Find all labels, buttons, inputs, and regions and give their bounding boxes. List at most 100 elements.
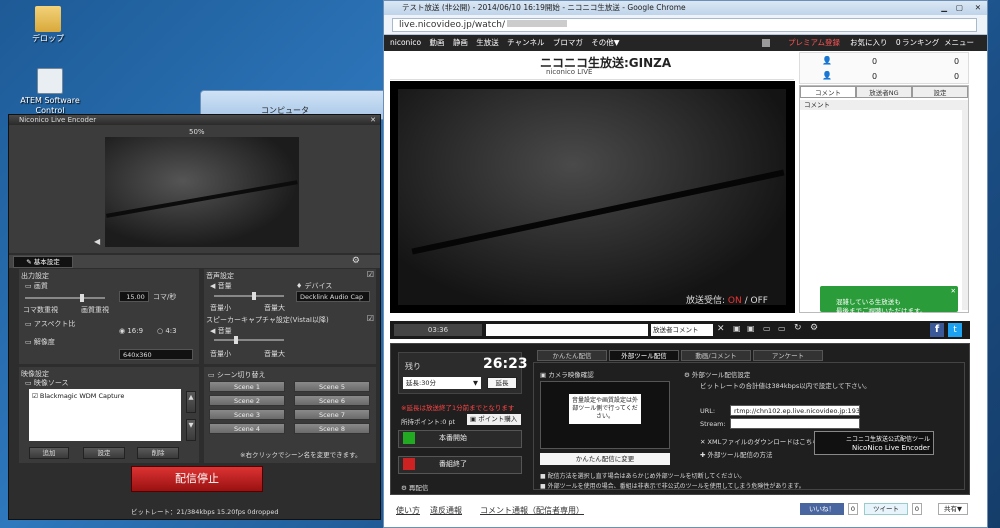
extend-select[interactable]: 延長:30分 ▼ [403,377,481,389]
favorites-link[interactable]: お気に入り 0 [850,35,907,51]
comment-scrollbar[interactable] [962,110,968,310]
stop-icon [403,458,415,470]
nav-blomaga[interactable]: ブロマガ [553,38,583,47]
scene-2-button[interactable]: Scene 2 [209,395,285,406]
stop-broadcast-button[interactable]: 配信停止 [131,466,263,492]
slider-knob[interactable] [234,336,238,344]
scene-6-button[interactable]: Scene 6 [294,395,370,406]
video-player[interactable]: 放送受信: ON / OFF [390,81,795,313]
scroll-up-button[interactable]: ▲ [186,391,196,413]
receive-off[interactable]: OFF [751,296,768,306]
tab-comment-settings[interactable]: 設定 [912,86,968,98]
resolution-select[interactable]: 640x360 [119,349,193,360]
speaker-icon[interactable]: ◀ [94,237,100,246]
delete-source-button[interactable]: 削除 [137,447,179,459]
video-source-list[interactable]: ☑ Blackmagic WDM Capture [29,389,181,441]
maximize-icon[interactable]: ▢ [956,1,963,15]
speaker-checkbox[interactable]: ☑ [367,314,374,323]
list-item[interactable]: ☑ Blackmagic WDM Capture [32,392,124,400]
comment-icon-2[interactable]: ▣ [747,324,755,333]
comment-mode-select[interactable]: 放送者コメント [651,324,713,336]
x-icon[interactable]: ✕ [717,324,725,334]
avatar[interactable] [762,39,770,47]
nav-seiga[interactable]: 静画 [453,38,468,47]
refresh-icon[interactable]: ↻ [794,323,802,333]
scroll-down-button[interactable]: ▼ [186,419,196,441]
ext-howto-link[interactable]: ✚ 外部ツール配信の方法 [700,449,773,459]
close-icon[interactable]: ✕ [975,1,981,15]
share-button[interactable]: 共有▼ [938,503,968,515]
desktop-icon-folder[interactable]: デロップ [13,6,83,44]
encoder-banner[interactable]: ニコニコ生放送公式配信ツール NicoNico Live Encoder [814,431,934,455]
ranking-link[interactable]: ランキング [902,35,939,51]
tab-video-comment[interactable]: 動画/コメント [681,350,751,361]
scene-4-button[interactable]: Scene 4 [209,423,285,434]
tab-broadcaster-ng[interactable]: 放送者NG [856,86,912,98]
comment-input[interactable] [486,324,648,336]
source-settings-button[interactable]: 設定 [83,447,125,459]
viewer-icon: 👤 [822,56,832,65]
scene-1-button[interactable]: Scene 1 [209,381,285,392]
tab-comment[interactable]: コメント [800,86,856,98]
howto-link[interactable]: 使い方 [396,505,420,516]
fps-unit: コマ/秒 [153,293,177,301]
extend-button[interactable]: 延長 [487,377,517,389]
report-link[interactable]: 違反通報 [430,505,462,516]
comment-report-link[interactable]: コメント通報（配信者専用） [480,505,584,516]
receive-toggle[interactable]: 放送受信: ON / OFF [686,293,768,306]
desktop-icon-atem[interactable]: ATEM Software Control [15,68,85,116]
scene-8-button[interactable]: Scene 8 [294,423,370,434]
settings-gear-icon[interactable]: ⚙ [810,323,818,333]
comment-icon[interactable]: ▣ [733,324,741,333]
facebook-icon[interactable]: f [930,323,944,337]
volume-slider[interactable] [214,292,284,300]
menu-link[interactable]: メニュー [944,35,974,51]
video-settings-panel: 映像設定 ▭ 映像ソース ☑ Blackmagic WDM Capture 追加… [19,367,199,463]
like-button[interactable]: いいね！ [800,503,844,515]
audio-device-select[interactable]: Decklink Audio Cap [296,291,370,302]
switch-easy-button[interactable]: かんたん配信に変更 [540,453,670,465]
close-icon[interactable]: ✕ [951,287,956,296]
aspect-169-radio[interactable]: ◉ 16:9 [119,327,143,335]
scene-7-button[interactable]: Scene 7 [294,409,370,420]
twitter-icon[interactable]: t [948,323,962,337]
close-icon[interactable]: ✕ [370,115,376,125]
scene-5-button[interactable]: Scene 5 [294,381,370,392]
fps-input[interactable]: 15.00 [119,291,149,302]
receive-on[interactable]: ON [728,296,742,306]
screen-icon[interactable]: ▭ [763,324,771,333]
speaker-volume-slider[interactable] [214,336,284,344]
screen-icon-2[interactable]: ▭ [778,324,786,333]
nav-video[interactable]: 動画 [430,38,445,47]
add-source-button[interactable]: 追加 [29,447,69,459]
scene-3-button[interactable]: Scene 3 [209,409,285,420]
tab-survey[interactable]: アンケート [753,350,823,361]
settings-gear-icon[interactable]: ⚙ [352,256,360,266]
end-broadcast-button[interactable]: 番組終了 [398,456,522,474]
tweet-button[interactable]: ツイート [864,503,908,515]
premium-link[interactable]: プレミアム登録 [788,35,840,51]
buy-points-button[interactable]: ▣ ポイント購入 [467,414,521,425]
nav-more[interactable]: その他▼ [591,38,619,47]
nav-live[interactable]: 生放送 [476,38,499,47]
nav-niconico[interactable]: niconico [390,38,421,47]
xml-download-link[interactable]: ✕ XMLファイルのダウンロードはこちら [700,436,819,446]
audio-checkbox[interactable]: ☑ [367,270,374,279]
slider-knob[interactable] [252,292,256,300]
tab-external-tool[interactable]: 外部ツール配信 [609,350,679,361]
tab-easy-broadcast[interactable]: かんたん配信 [537,350,607,361]
aspect-43-radio[interactable]: ○ 4:3 [157,327,177,335]
slider-knob[interactable] [80,294,84,302]
nav-channel[interactable]: チャンネル [507,38,544,47]
stream-key-field[interactable] [730,418,860,429]
minimize-icon[interactable]: ▁ [941,1,947,15]
quality-slider[interactable] [25,294,105,302]
rtmp-url-field[interactable]: rtmp://chn102.ep.live.nicovideo.jp:193 [730,405,860,416]
url-text: live.nicovideo.jp/watch/ [399,20,506,30]
frames-priority-label: コマ数重視 [23,306,58,314]
redeliver-link[interactable]: ⚙ 再配信 [401,482,428,492]
url-field[interactable]: live.nicovideo.jp/watch/ [392,18,977,32]
start-broadcast-button[interactable]: 本番開始 [398,430,522,448]
tab-basic-settings[interactable]: ✎ 基本設定 [13,256,73,268]
buy-label: ポイント購入 [478,415,518,423]
